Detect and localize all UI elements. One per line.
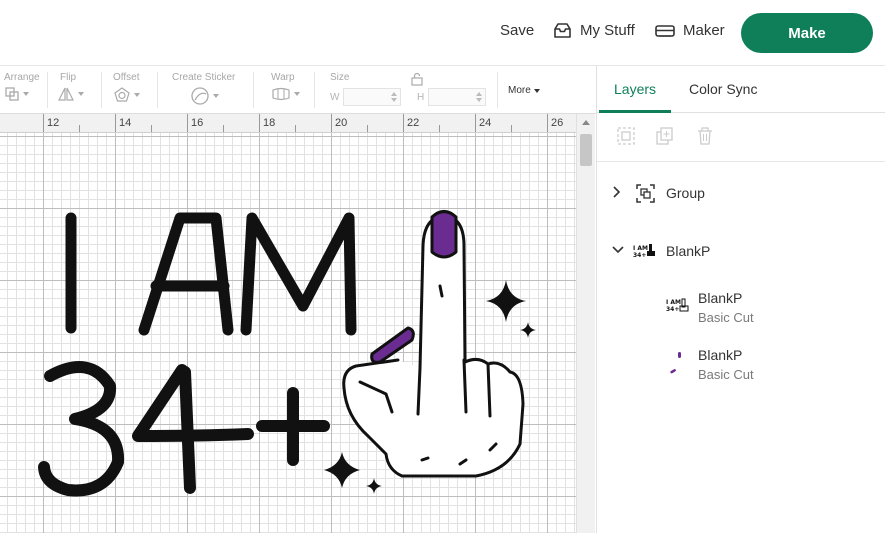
offset-label: Offset [113,72,140,83]
offset-tool[interactable]: Offset [113,72,140,102]
warp-icon [272,87,290,101]
black-layer-thumbnail: I AM 34+ [666,298,689,313]
design-thumbnail: I AM 34+ [633,244,655,258]
top-header: Save My Stuff Maker Make [0,0,885,66]
layer-name: Group [666,185,705,201]
chevron-down-icon [294,92,300,96]
layer-name: BlankP [698,347,743,363]
arrange-tool[interactable]: Arrange [4,72,40,101]
tab-layers[interactable]: Layers [614,81,656,97]
chevron-down-icon [23,92,29,96]
inbox-icon [554,22,571,38]
maker-label: Maker [683,22,725,39]
svg-text:34+: 34+ [633,252,646,258]
chevron-down-icon [533,88,540,93]
panel-tabs: Layers Color Sync [597,66,885,113]
svg-text:I AM: I AM [666,299,681,306]
group-icon [636,184,655,203]
text-34-plus [38,361,330,497]
flip-tool[interactable]: Flip [57,72,84,101]
more-button[interactable]: More [508,85,540,96]
active-tab-indicator [599,110,671,113]
stepper-icon [476,92,482,102]
toolbar-divider [497,72,498,108]
flip-icon [58,87,74,101]
layer-operation: Basic Cut [698,367,754,382]
layer-child-black[interactable]: I AM 34+ BlankP Basic Cut [597,287,885,327]
toolbar-divider [314,72,315,108]
layer-actions [597,114,885,162]
chevron-down-icon [78,92,84,96]
canvas-scrollbar[interactable] [576,114,595,533]
machine-icon [655,24,675,37]
svg-text:I AM: I AM [633,245,648,252]
layer-operation: Basic Cut [698,310,754,325]
scroll-thumb[interactable] [580,134,592,166]
warp-label: Warp [271,72,295,83]
text-i-am [65,212,357,336]
tab-color-sync[interactable]: Color Sync [689,81,757,97]
stepper-icon [391,92,397,102]
size-tool: Size [330,72,349,83]
width-label: W [330,92,340,103]
maker-button[interactable]: Maker [655,22,725,39]
chevron-down-icon [134,93,140,97]
arrange-icon [5,87,19,101]
hand-graphic [342,210,525,478]
scroll-up-icon[interactable] [582,120,590,125]
toolbar-divider [253,72,254,108]
warp-tool[interactable]: Warp [271,72,300,101]
layer-name: BlankP [666,243,711,259]
design-artwork[interactable] [0,114,576,533]
width-input[interactable] [343,88,401,106]
toolbar-divider [157,72,158,108]
my-stuff-button[interactable]: My Stuff [553,22,635,39]
lock-icon[interactable] [410,72,424,86]
height-label: H [417,92,425,103]
create-sticker-tool[interactable]: Create Sticker [172,72,236,105]
toolbar-divider [47,72,48,108]
layer-blankp[interactable]: I AM 34+ BlankP [597,240,885,262]
my-stuff-label: My Stuff [580,22,635,39]
chevron-down-icon[interactable] [612,246,624,254]
duplicate-icon[interactable] [655,126,675,146]
layer-child-purple[interactable]: BlankP Basic Cut [597,344,885,384]
offset-icon [114,87,130,102]
chevron-right-icon[interactable] [613,186,621,198]
save-label: Save [500,22,535,39]
arrange-label: Arrange [4,72,40,83]
toolbar-divider [101,72,102,108]
make-button[interactable]: Make [741,13,873,53]
edit-toolbar: Arrange Flip Offset Create Sticker Warp [0,66,596,114]
more-label: More [508,85,531,96]
sticker-icon [191,87,209,105]
layer-name: BlankP [698,290,743,306]
flip-label: Flip [60,72,77,83]
group-icon[interactable] [616,126,636,146]
purple-layer-thumbnail [670,352,681,374]
trash-icon[interactable] [696,126,714,146]
save-button[interactable]: Save [500,22,534,39]
chevron-down-icon [213,94,219,98]
height-input[interactable] [428,88,486,106]
layer-group[interactable]: Group [597,182,885,204]
svg-text:34+: 34+ [666,306,679,313]
layers-panel: Layers Color Sync Group I AM 34+ BlankP … [596,66,885,533]
create-sticker-label: Create Sticker [172,72,236,83]
size-label: Size [330,72,350,83]
